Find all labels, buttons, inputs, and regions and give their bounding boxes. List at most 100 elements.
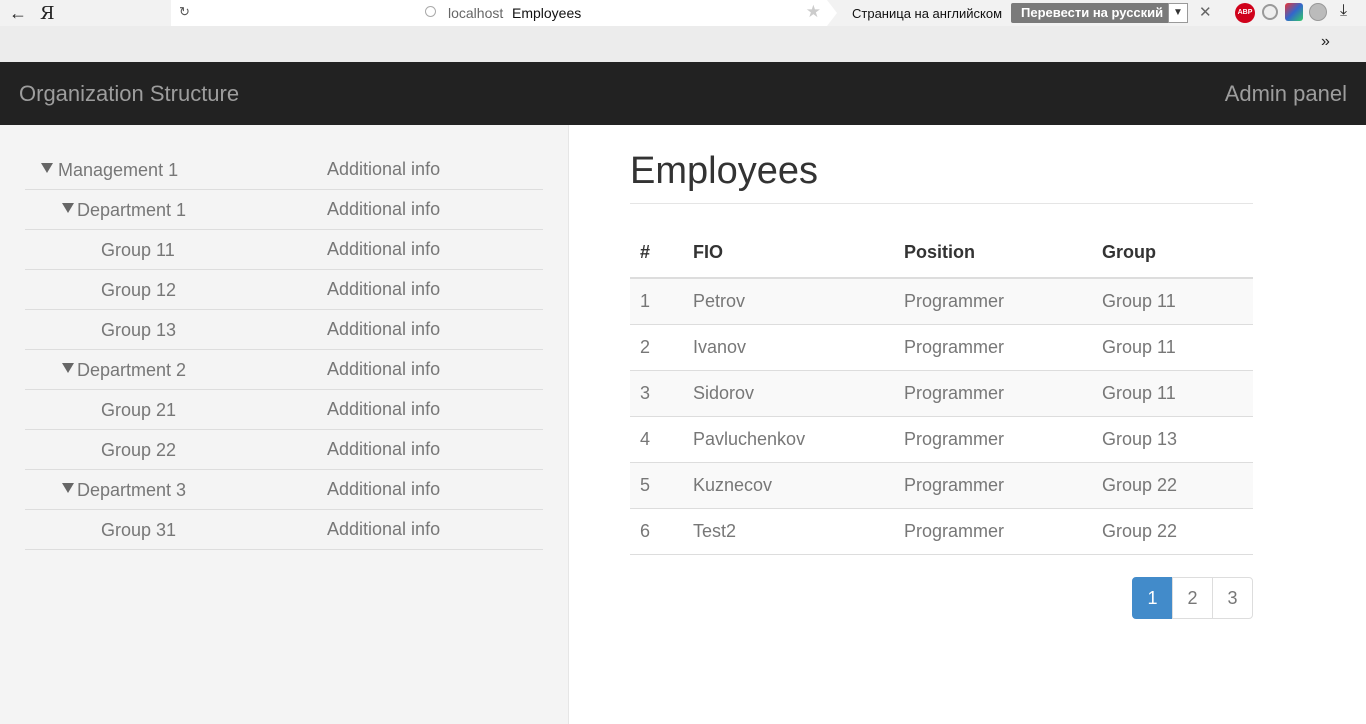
cell-position: Programmer (894, 324, 1092, 371)
tree-item-info: Additional info (327, 319, 441, 339)
more-chevron-icon[interactable]: » (1321, 33, 1330, 51)
tree-item-department[interactable]: Department 2 Additional info (25, 350, 543, 390)
tree-item-label: Group 31 (101, 520, 177, 540)
table-row[interactable]: 1 Petrov Programmer Group 11 (630, 278, 1253, 325)
tree-item-info: Additional info (327, 439, 441, 459)
caret-down-icon[interactable] (41, 163, 53, 173)
column-header-group[interactable]: Group (1092, 228, 1253, 279)
tree-item-group[interactable]: Group 31 Additional info (25, 510, 543, 550)
bookmarks-bar: » (0, 26, 1366, 62)
cell-fio: Petrov (683, 278, 894, 325)
browser-toolbar: ← Я ↻ localhost Employees ★ Страница на … (0, 0, 1366, 26)
tree-item-group[interactable]: Group 22 Additional info (25, 430, 543, 470)
cell-fio: Pavluchenkov (683, 416, 894, 463)
tree-item-management[interactable]: Management 1 Additional info (25, 150, 543, 190)
cell-position: Programmer (894, 508, 1092, 555)
caret-down-icon[interactable] (62, 363, 74, 373)
cell-number: 6 (630, 508, 683, 555)
caret-down-icon[interactable] (62, 483, 74, 493)
reload-icon[interactable]: ↻ (179, 4, 190, 20)
table-row[interactable]: 4 Pavluchenkov Programmer Group 13 (630, 416, 1253, 463)
table-row[interactable]: 5 Kuznecov Programmer Group 22 (630, 462, 1253, 509)
content: Management 1 Additional info Department … (0, 125, 1366, 724)
cell-group: Group 13 (1092, 416, 1253, 463)
tree-item-info: Additional info (327, 399, 441, 419)
page-header: Employees (630, 149, 1253, 204)
cell-fio: Sidorov (683, 370, 894, 417)
navbar: Organization Structure Admin panel (0, 62, 1366, 125)
address-page-title: Employees (512, 5, 582, 21)
tree-item-department[interactable]: Department 3 Additional info (25, 470, 543, 510)
color-extension-icon[interactable] (1285, 3, 1303, 21)
cell-fio: Kuznecov (683, 462, 894, 509)
caret-down-icon[interactable] (62, 203, 74, 213)
close-icon[interactable]: ✕ (1199, 3, 1212, 21)
cell-number: 2 (630, 324, 683, 371)
tree-item-group[interactable]: Group 11 Additional info (25, 230, 543, 270)
org-tree: Management 1 Additional info Department … (25, 150, 543, 550)
tree-item-info: Additional info (327, 279, 441, 299)
globe-extension-icon[interactable] (1309, 3, 1327, 21)
tree-item-department[interactable]: Department 1 Additional info (25, 190, 543, 230)
main-panel: Employees # FIO Position Group 1 Petrov … (630, 125, 1253, 619)
chevron-down-icon[interactable]: ▼ (1168, 3, 1188, 23)
pagination: 1 2 3 (1132, 577, 1253, 619)
bookmark-star-icon[interactable]: ★ (806, 2, 821, 22)
search-extension-icon[interactable] (1262, 4, 1278, 20)
tree-item-label: Group 22 (101, 440, 177, 460)
tree-item-label: Group 11 (101, 240, 175, 260)
download-icon[interactable]: ⤓ (1340, 2, 1347, 20)
tree-item-group[interactable]: Group 13 Additional info (25, 310, 543, 350)
employees-table: # FIO Position Group 1 Petrov Programmer… (630, 228, 1253, 555)
tree-item-info: Additional info (327, 199, 441, 219)
table-header-row: # FIO Position Group (630, 228, 1253, 279)
translate-button[interactable]: Перевести на русский (1011, 3, 1174, 23)
cell-position: Programmer (894, 416, 1092, 463)
tree-item-group[interactable]: Group 21 Additional info (25, 390, 543, 430)
cell-position: Programmer (894, 462, 1092, 509)
cell-number: 3 (630, 370, 683, 417)
column-header-number[interactable]: # (630, 228, 683, 279)
tree-item-label: Group 12 (101, 280, 177, 300)
cell-number: 5 (630, 462, 683, 509)
address-host: localhost (448, 5, 504, 21)
column-header-position[interactable]: Position (894, 228, 1092, 279)
cell-position: Programmer (894, 278, 1092, 325)
yandex-logo[interactable]: Я (40, 3, 55, 24)
tree-item-label: Group 21 (101, 400, 177, 420)
page-button-3[interactable]: 3 (1212, 577, 1253, 619)
table-row[interactable]: 6 Test2 Programmer Group 22 (630, 508, 1253, 555)
table-row[interactable]: 3 Sidorov Programmer Group 11 (630, 370, 1253, 417)
browser-chrome: ← Я ↻ localhost Employees ★ Страница на … (0, 0, 1366, 62)
tree-item-label: Group 13 (101, 320, 177, 340)
tree-item-label: Management 1 (58, 160, 179, 180)
tree-item-group[interactable]: Group 12 Additional info (25, 270, 543, 310)
brand-title[interactable]: Organization Structure (19, 81, 239, 107)
tree-item-info: Additional info (327, 359, 441, 379)
tree-item-info: Additional info (327, 239, 441, 259)
admin-panel-link[interactable]: Admin panel (1225, 81, 1347, 107)
column-header-fio[interactable]: FIO (683, 228, 894, 279)
globe-icon (425, 6, 436, 17)
adblock-icon[interactable]: ABP (1235, 3, 1255, 23)
tree-item-label: Department 2 (77, 360, 187, 380)
cell-group: Group 11 (1092, 370, 1253, 417)
page-button-1[interactable]: 1 (1132, 577, 1173, 619)
page-title: Employees (630, 150, 818, 192)
cell-group: Group 11 (1092, 324, 1253, 371)
address-bar[interactable]: ↻ localhost Employees ★ (171, 0, 837, 26)
tree-item-info: Additional info (327, 519, 441, 539)
sidebar: Management 1 Additional info Department … (0, 125, 569, 724)
translate-prompt: Страница на английском (852, 6, 1003, 21)
tree-item-info: Additional info (327, 159, 441, 179)
cell-number: 1 (630, 278, 683, 325)
cell-fio: Test2 (683, 508, 894, 555)
cell-position: Programmer (894, 370, 1092, 417)
back-arrow-icon[interactable]: ← (8, 3, 28, 24)
page-button-2[interactable]: 2 (1172, 577, 1213, 619)
tree-item-label: Department 1 (77, 200, 187, 220)
table-row[interactable]: 2 Ivanov Programmer Group 11 (630, 324, 1253, 371)
cell-number: 4 (630, 416, 683, 463)
tree-item-info: Additional info (327, 479, 441, 499)
tree-item-label: Department 3 (77, 480, 187, 500)
